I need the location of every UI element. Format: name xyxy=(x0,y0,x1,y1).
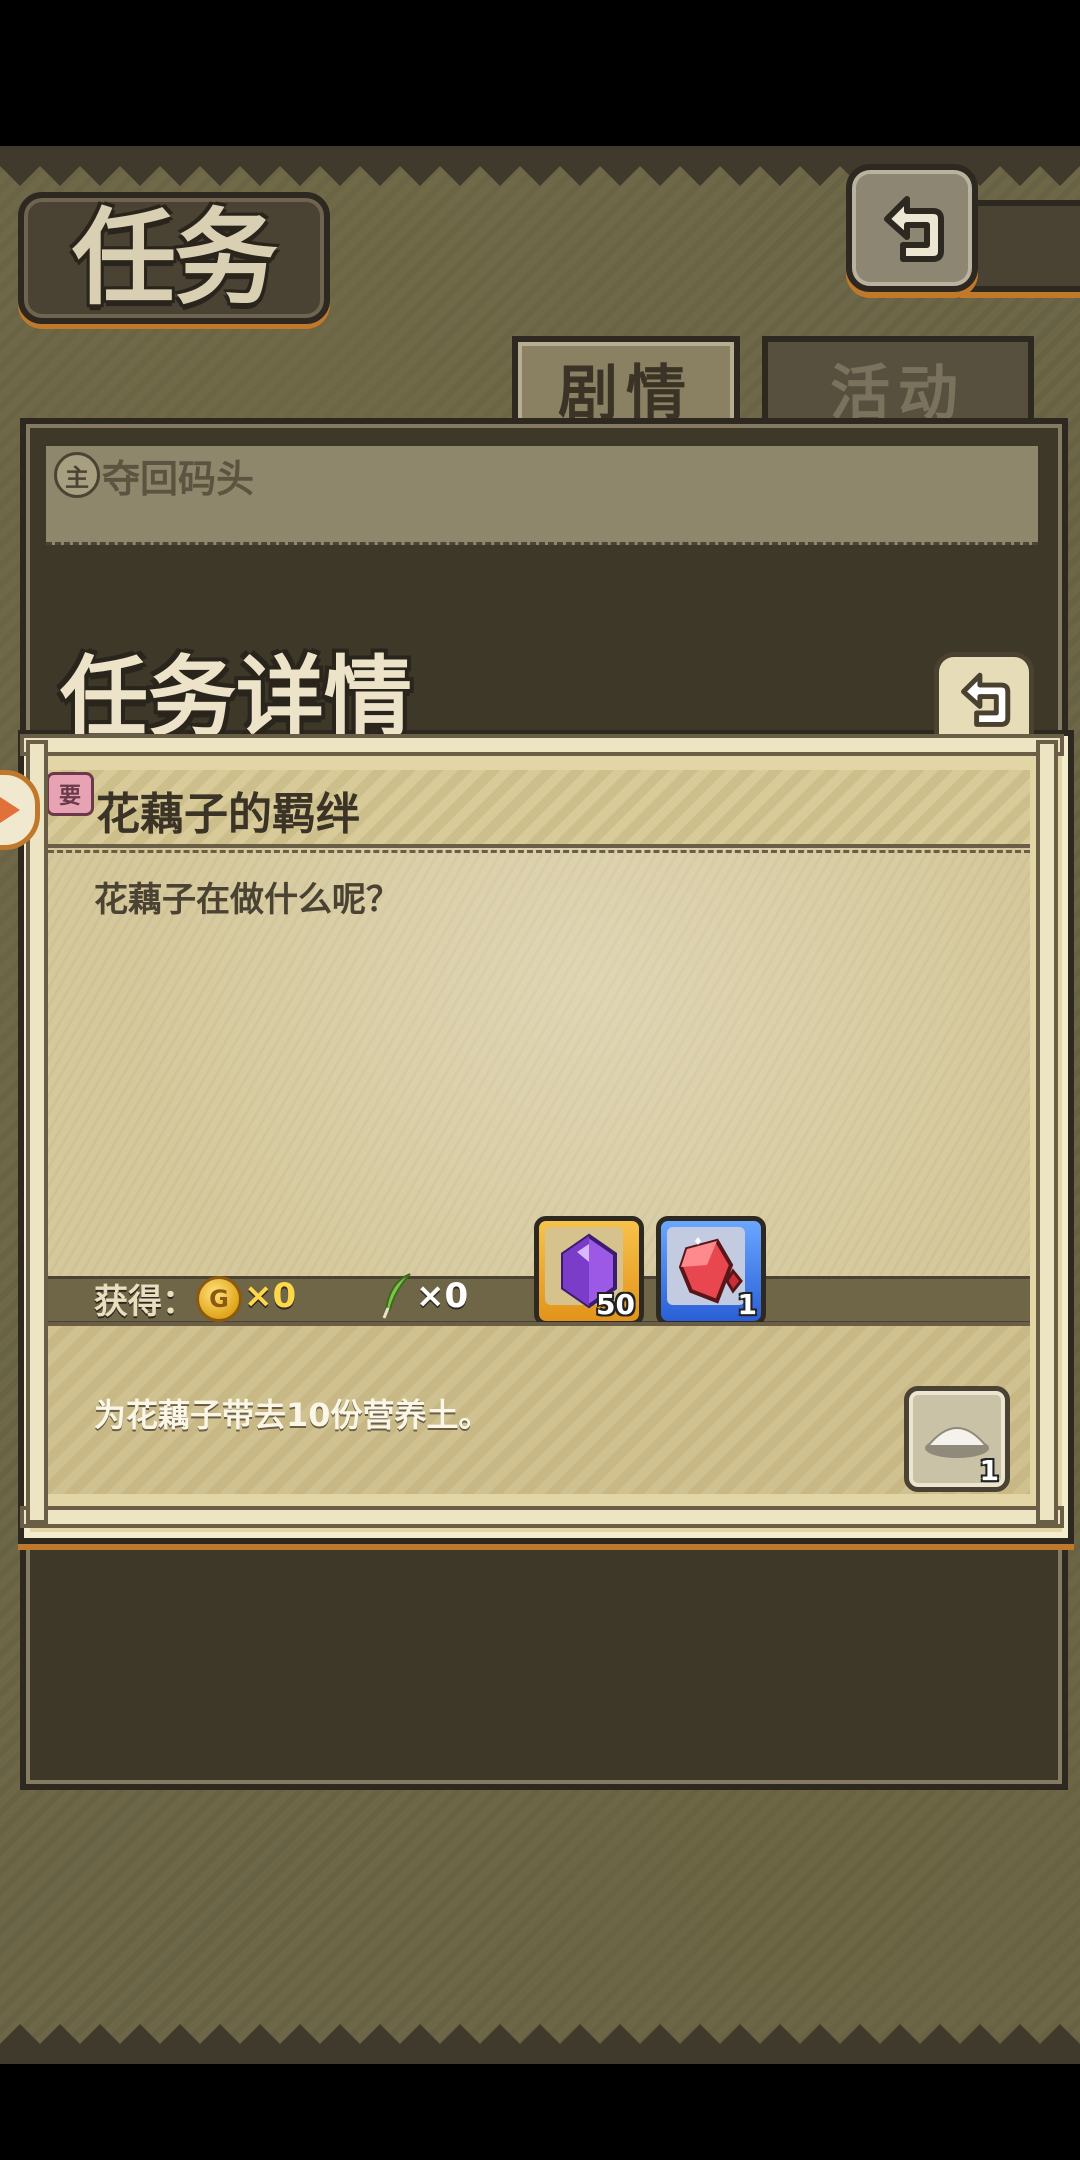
feather-reward-count: ×0 xyxy=(416,1276,469,1316)
coin-reward-count: ×0 xyxy=(244,1276,297,1316)
reward-item-red-gem-shard[interactable]: 1 xyxy=(656,1216,766,1326)
goal-item-nutrient-soil[interactable]: 1 xyxy=(904,1386,1010,1492)
frame-rail-left xyxy=(26,740,48,1524)
side-quest-badge: 要 xyxy=(46,772,94,816)
top-letterbox xyxy=(0,0,1080,146)
back-button[interactable] xyxy=(846,164,978,292)
page-title: 任务 xyxy=(71,197,278,319)
dialog-close-button[interactable] xyxy=(934,652,1034,741)
divider xyxy=(48,850,1030,853)
quest-goal-text: 为花藕子带去10份营养土。 xyxy=(94,1396,491,1434)
frame-rail-top xyxy=(20,734,1064,756)
quest-list-item-title: 夺回码头 xyxy=(102,457,255,501)
return-arrow-icon xyxy=(884,196,944,262)
item-quantity: 50 xyxy=(596,1288,635,1321)
gold-coin-icon-letter: G xyxy=(209,1285,229,1313)
quest-title: 花藕子的羁绊 xyxy=(96,789,360,840)
goal-item-quantity: 1 xyxy=(979,1454,999,1487)
reward-item-purple-crystal[interactable]: 50 xyxy=(534,1216,644,1326)
main-quest-badge-text: 主 xyxy=(65,463,89,492)
frame-rail-bottom xyxy=(20,1506,1064,1528)
frame-rail-right xyxy=(1036,740,1058,1524)
side-quest-badge-text: 要 xyxy=(58,784,81,809)
page-title-plate: 任务 xyxy=(18,192,330,324)
reward-label: 获得： xyxy=(94,1282,196,1322)
red-gem-icon xyxy=(678,1237,743,1304)
bottom-letterbox xyxy=(0,2064,1080,2160)
dialog-title: 任务详情 xyxy=(60,646,413,749)
bottom-zigzag-border xyxy=(0,2024,1080,2064)
gold-coin-icon: G xyxy=(196,1276,242,1322)
quest-description: 花藕子在做什么呢？ xyxy=(94,880,400,920)
chevron-right-icon xyxy=(0,797,20,823)
back-button-strip xyxy=(960,200,1080,292)
main-quest-badge: 主 xyxy=(54,452,100,498)
item-quantity: 1 xyxy=(737,1288,757,1321)
feather-icon xyxy=(382,1273,411,1319)
return-arrow-icon xyxy=(961,672,1011,727)
